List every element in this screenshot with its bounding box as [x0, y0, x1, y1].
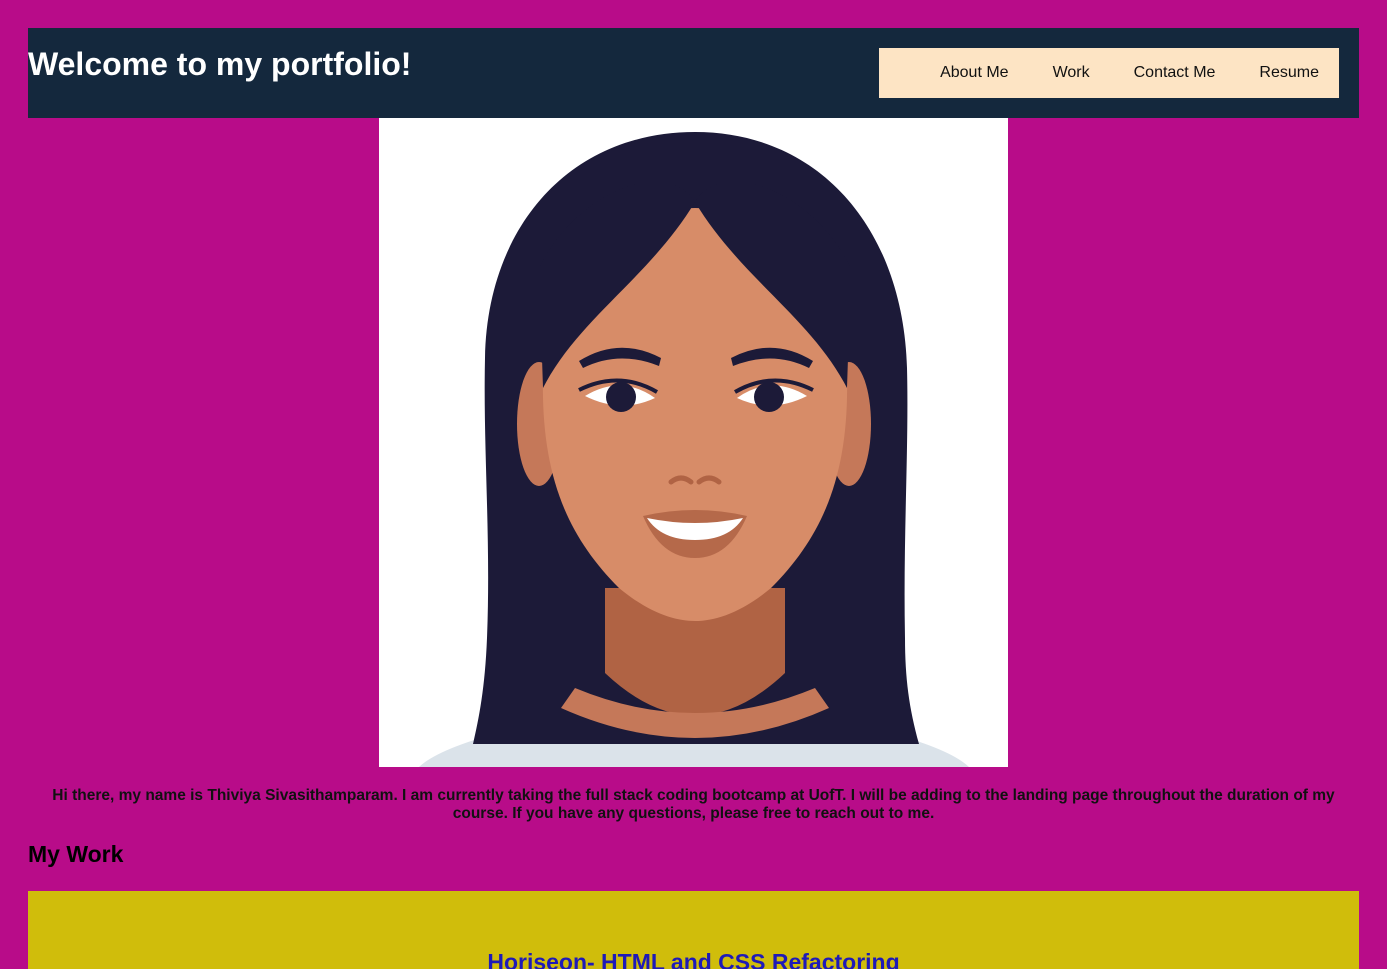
site-title: Welcome to my portfolio!: [28, 46, 412, 82]
nav-link-contact-me[interactable]: Contact Me: [1134, 64, 1216, 82]
nav-link-about-me[interactable]: About Me: [940, 64, 1008, 82]
profile-portrait: [379, 118, 1008, 767]
page: Welcome to my portfolio! About Me Work C…: [0, 0, 1387, 969]
site-header: Welcome to my portfolio! About Me Work C…: [28, 28, 1359, 118]
project-card: Horiseon- HTML and CSS Refactoring: [28, 891, 1359, 969]
main-nav: About Me Work Contact Me Resume: [879, 48, 1339, 98]
nav-link-resume[interactable]: Resume: [1259, 64, 1319, 82]
my-work-heading: My Work: [28, 841, 124, 867]
project-link-horiseon[interactable]: Horiseon- HTML and CSS Refactoring: [28, 949, 1359, 969]
nav-link-work[interactable]: Work: [1053, 64, 1090, 82]
intro-text: Hi there, my name is Thiviya Sivasithamp…: [52, 787, 1335, 822]
